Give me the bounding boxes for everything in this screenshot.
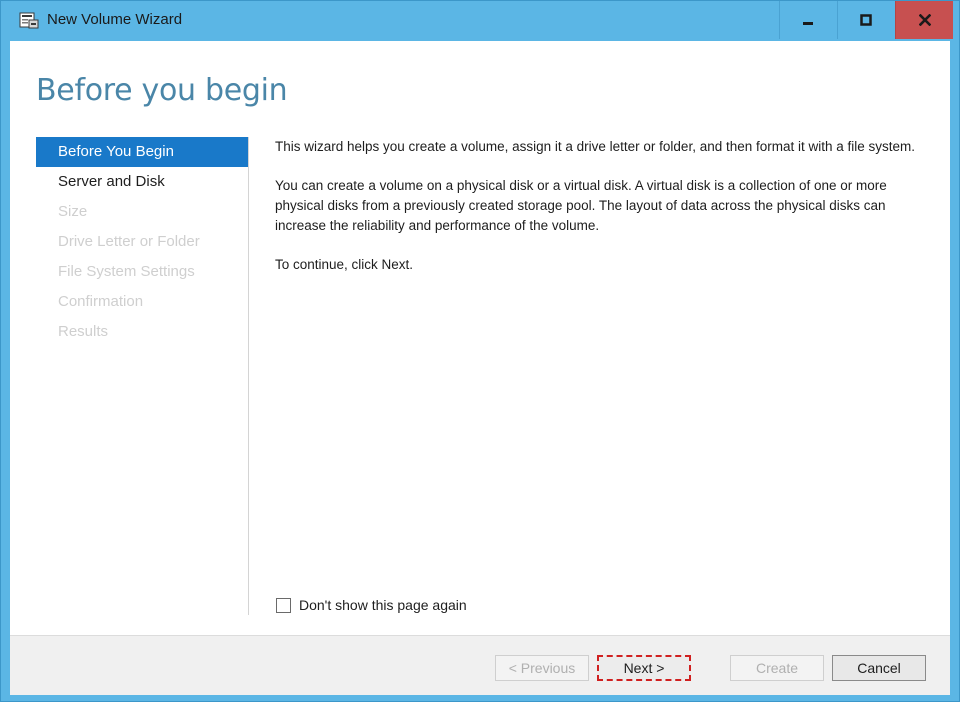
dont-show-again-option[interactable]: Don't show this page again (276, 597, 467, 613)
cancel-button[interactable]: Cancel (832, 655, 926, 681)
title-bar[interactable]: New Volume Wizard (1, 1, 959, 41)
page-title: Before you begin (36, 73, 288, 108)
maximize-icon (859, 14, 872, 26)
nav-divider (248, 137, 249, 615)
dont-show-again-checkbox[interactable] (276, 597, 291, 613)
dont-show-again-label: Don't show this page again (299, 597, 467, 613)
window-title: New Volume Wizard (47, 11, 183, 28)
nav-item-results: Results (58, 323, 109, 340)
minimize-button[interactable] (779, 1, 835, 39)
description-paragraph-virtual-disk: You can create a volume on a physical di… (275, 178, 887, 233)
wizard-step-nav: Before You Begin Server and Disk Size Dr… (36, 137, 248, 347)
nav-item-before-you-begin[interactable]: Before You Begin (36, 137, 248, 167)
nav-item-file-system-settings: File System Settings (58, 263, 195, 280)
next-button[interactable]: Next > (597, 655, 691, 681)
close-icon (918, 14, 931, 26)
minimize-icon (802, 22, 813, 25)
nav-item-confirmation: Confirmation (58, 293, 144, 310)
description-panel: This wizard helps you create a volume, a… (275, 137, 935, 294)
close-button[interactable] (895, 1, 953, 39)
nav-item-drive-letter-or-folder: Drive Letter or Folder (58, 233, 200, 250)
button-bar: < Previous Next > Create Cancel (10, 635, 950, 695)
nav-item-server-and-disk[interactable]: Server and Disk (36, 167, 248, 197)
create-button: Create (730, 655, 824, 681)
nav-item-size: Size (58, 203, 88, 220)
wizard-window: New Volume Wizard Before you begin Befor… (0, 0, 960, 702)
wizard-body: Before you begin Before You Begin Server… (10, 41, 950, 695)
wizard-app-icon (19, 12, 39, 29)
description-paragraph-intro: This wizard helps you create a volume, a… (275, 139, 916, 154)
maximize-button[interactable] (837, 1, 893, 39)
previous-button: < Previous (495, 655, 589, 681)
description-paragraph-continue: To continue, click Next. (275, 257, 414, 272)
